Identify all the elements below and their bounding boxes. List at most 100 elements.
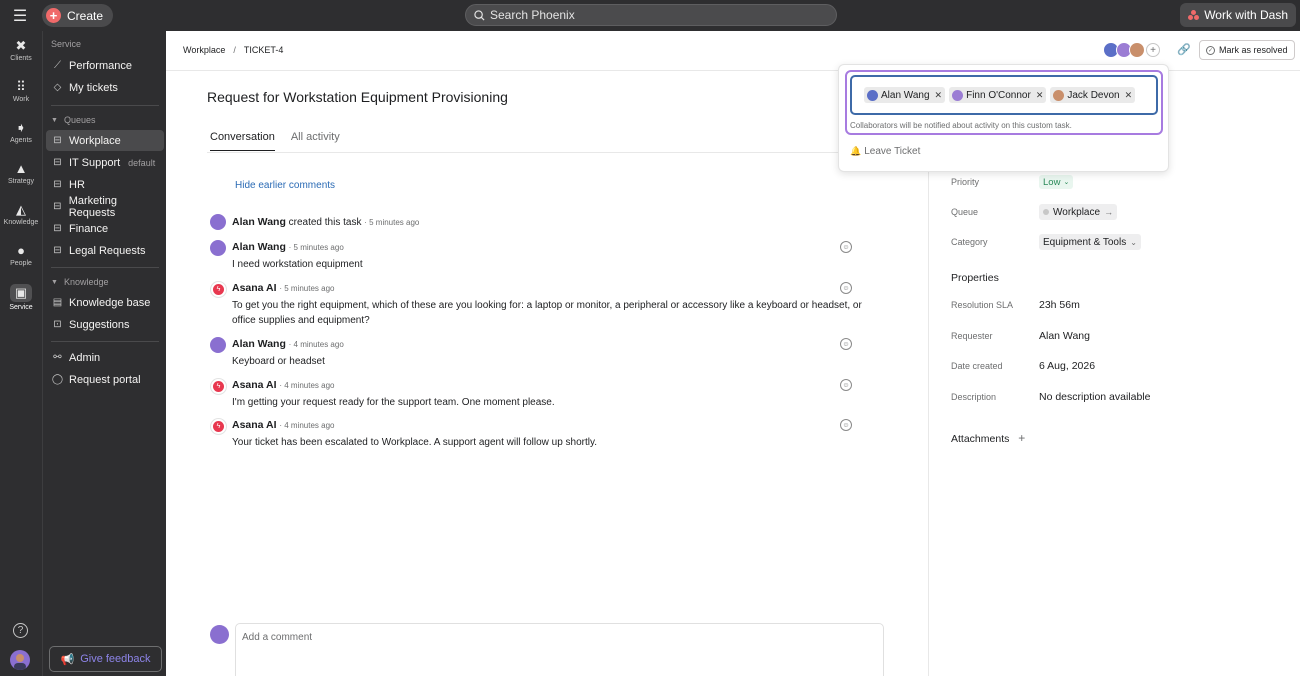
search-bar[interactable] <box>465 4 837 26</box>
inbox-icon: ⊟ <box>53 135 62 146</box>
activity-header: Alan Wang created this task · 5 minutes … <box>232 216 419 228</box>
sidebar-section-knowledge[interactable]: ▼ Knowledge <box>51 277 108 287</box>
sidebar-item-label: Admin <box>69 351 101 364</box>
sidebar-item-knowledge-base[interactable]: ▤ Knowledge base <box>46 292 164 313</box>
sidebar-item-performance[interactable]: ⟋ Performance <box>46 55 164 76</box>
divider <box>51 267 159 268</box>
comment-header: Asana AI · 4 minutes ago <box>232 419 334 431</box>
rail-item-work[interactable]: ⠿ Work <box>0 80 42 104</box>
avatar <box>1129 42 1145 58</box>
collaborators-field: Alan Wang ✕ Finn O'Connor ✕ Jack Devon ✕… <box>845 70 1163 135</box>
hide-earlier-comments-link[interactable]: Hide earlier comments <box>235 180 335 191</box>
sidebar-item-marketing-requests[interactable]: ⊟ Marketing Requests <box>46 195 164 219</box>
add-reaction-icon[interactable]: ☺ <box>840 282 852 294</box>
sidebar-section-queues[interactable]: ▼ Queues <box>51 115 95 125</box>
hamburger-menu-icon[interactable]: ☰ <box>0 0 40 31</box>
top-bar: ☰ + Create Work with Dash <box>0 0 1300 31</box>
collaborator-avatars[interactable]: + <box>1103 42 1160 58</box>
left-rail: ✖ Clients ⠿ Work ➧ Agents ▲ Strategy ◭ K… <box>0 31 42 676</box>
avatar <box>867 89 878 101</box>
avatar <box>210 214 226 230</box>
collaborator-tag: Jack Devon ✕ <box>1050 87 1136 103</box>
requester-value[interactable]: Alan Wang <box>1039 330 1090 342</box>
people-icon: ● <box>17 243 25 258</box>
author-name[interactable]: Alan Wang <box>232 241 286 253</box>
agents-icon: ➧ <box>15 120 27 135</box>
remove-icon[interactable]: ✕ <box>1125 90 1133 101</box>
give-feedback-button[interactable]: 📢 Give feedback <box>49 646 162 672</box>
section-label: Knowledge <box>63 277 109 287</box>
tab-conversation[interactable]: Conversation <box>210 131 275 151</box>
search-input[interactable] <box>490 8 810 22</box>
default-badge: default <box>128 157 156 168</box>
priority-select[interactable]: Low ⌄ <box>1039 175 1074 189</box>
author-name[interactable]: Asana AI <box>232 419 277 431</box>
add-reaction-icon[interactable]: ☺ <box>840 241 852 253</box>
user-avatar[interactable] <box>10 650 30 670</box>
work-with-dash-button[interactable]: Work with Dash <box>1180 3 1296 27</box>
rail-item-knowledge[interactable]: ◭ Knowledge <box>0 203 42 227</box>
rail-item-agents[interactable]: ➧ Agents <box>0 120 42 145</box>
rail-item-clients[interactable]: ✖ Clients <box>0 38 42 63</box>
collaborators-input[interactable]: Alan Wang ✕ Finn O'Connor ✕ Jack Devon ✕ <box>850 75 1158 115</box>
sidebar-item-it-support[interactable]: ⊟ IT Support default <box>46 152 164 173</box>
sidebar-item-suggestions[interactable]: ⊡ Suggestions <box>46 314 164 335</box>
sidebar-item-label: Suggestions <box>69 318 130 331</box>
rail-item-service[interactable]: ▣ Service <box>0 284 42 311</box>
add-reaction-icon[interactable]: ☺ <box>840 419 852 431</box>
sidebar-item-legal-requests[interactable]: ⊟ Legal Requests <box>46 240 164 261</box>
ticket-tabs: Conversation All activity <box>210 131 340 151</box>
add-collaborator-icon[interactable]: + <box>1146 43 1160 57</box>
asana-ai-avatar: ϟ <box>210 281 227 298</box>
add-attachment-icon[interactable]: + <box>1018 431 1025 445</box>
section-label: Queues <box>63 115 96 125</box>
tab-all-activity[interactable]: All activity <box>291 131 340 151</box>
breadcrumb-queue-link[interactable]: Workplace <box>183 45 225 55</box>
rail-label: People <box>10 260 32 267</box>
leave-ticket-button[interactable]: 🔔 Leave Ticket <box>850 146 920 157</box>
clients-icon: ✖ <box>15 38 27 53</box>
remove-icon[interactable]: ✕ <box>1036 90 1044 101</box>
author-name[interactable]: Alan Wang <box>232 338 286 350</box>
inbox-icon: ⊟ <box>53 201 62 212</box>
queue-select[interactable]: Workplace → <box>1039 204 1118 220</box>
tabs-divider <box>207 152 884 153</box>
comment-text: To get you the right equipment, which of… <box>232 300 862 326</box>
inbox-icon: ⊟ <box>53 245 62 256</box>
strategy-icon: ▲ <box>14 161 28 176</box>
rail-item-people[interactable]: ● People <box>0 243 42 268</box>
help-icon[interactable]: ? <box>13 623 28 638</box>
attachments-label: Attachments <box>951 433 1010 445</box>
collaborator-name: Alan Wang <box>881 89 930 101</box>
category-value: Equipment & Tools <box>1043 236 1127 248</box>
lightning-icon: ϟ <box>213 381 224 392</box>
comment-text: Your ticket has been escalated to Workpl… <box>232 437 598 448</box>
author-name[interactable]: Asana AI <box>232 379 277 391</box>
sidebar-item-finance[interactable]: ⊟ Finance <box>46 218 164 239</box>
sidebar-item-my-tickets[interactable]: ◇ My tickets <box>46 77 164 98</box>
link-icon[interactable]: 🔗 <box>1177 43 1191 56</box>
rail-item-strategy[interactable]: ▲ Strategy <box>0 161 42 186</box>
mark-as-resolved-button[interactable]: ✓ Mark as resolved <box>1199 40 1295 60</box>
requester-label: Requester <box>951 331 993 341</box>
sidebar-item-admin[interactable]: ⚯ Admin <box>46 347 164 368</box>
author-name[interactable]: Alan Wang <box>232 216 286 228</box>
create-button[interactable]: + Create <box>42 4 114 27</box>
queue-label: Queue <box>951 207 979 217</box>
add-reaction-icon[interactable]: ☺ <box>840 379 852 391</box>
add-comment-input[interactable]: Add a comment <box>235 623 884 676</box>
admin-icon: ⚯ <box>53 352 62 363</box>
remove-icon[interactable]: ✕ <box>935 90 943 101</box>
collaborator-tag: Alan Wang ✕ <box>864 87 946 103</box>
sidebar-item-workplace[interactable]: ⊟ Workplace <box>46 130 164 151</box>
sidebar-item-hr[interactable]: ⊟ HR <box>46 174 164 195</box>
author-name[interactable]: Asana AI <box>232 282 277 294</box>
add-reaction-icon[interactable]: ☺ <box>840 338 852 350</box>
sidebar-item-label: Knowledge base <box>69 296 151 309</box>
collaborators-popover: Alan Wang ✕ Finn O'Connor ✕ Jack Devon ✕… <box>838 64 1169 172</box>
sidebar-item-request-portal[interactable]: ◯ Request portal <box>46 369 164 390</box>
avatar <box>952 89 964 101</box>
bell-icon: 🔔 <box>850 146 862 156</box>
category-select[interactable]: Equipment & Tools ⌄ <box>1039 234 1141 250</box>
attachments-title: Attachments + <box>951 431 1025 445</box>
